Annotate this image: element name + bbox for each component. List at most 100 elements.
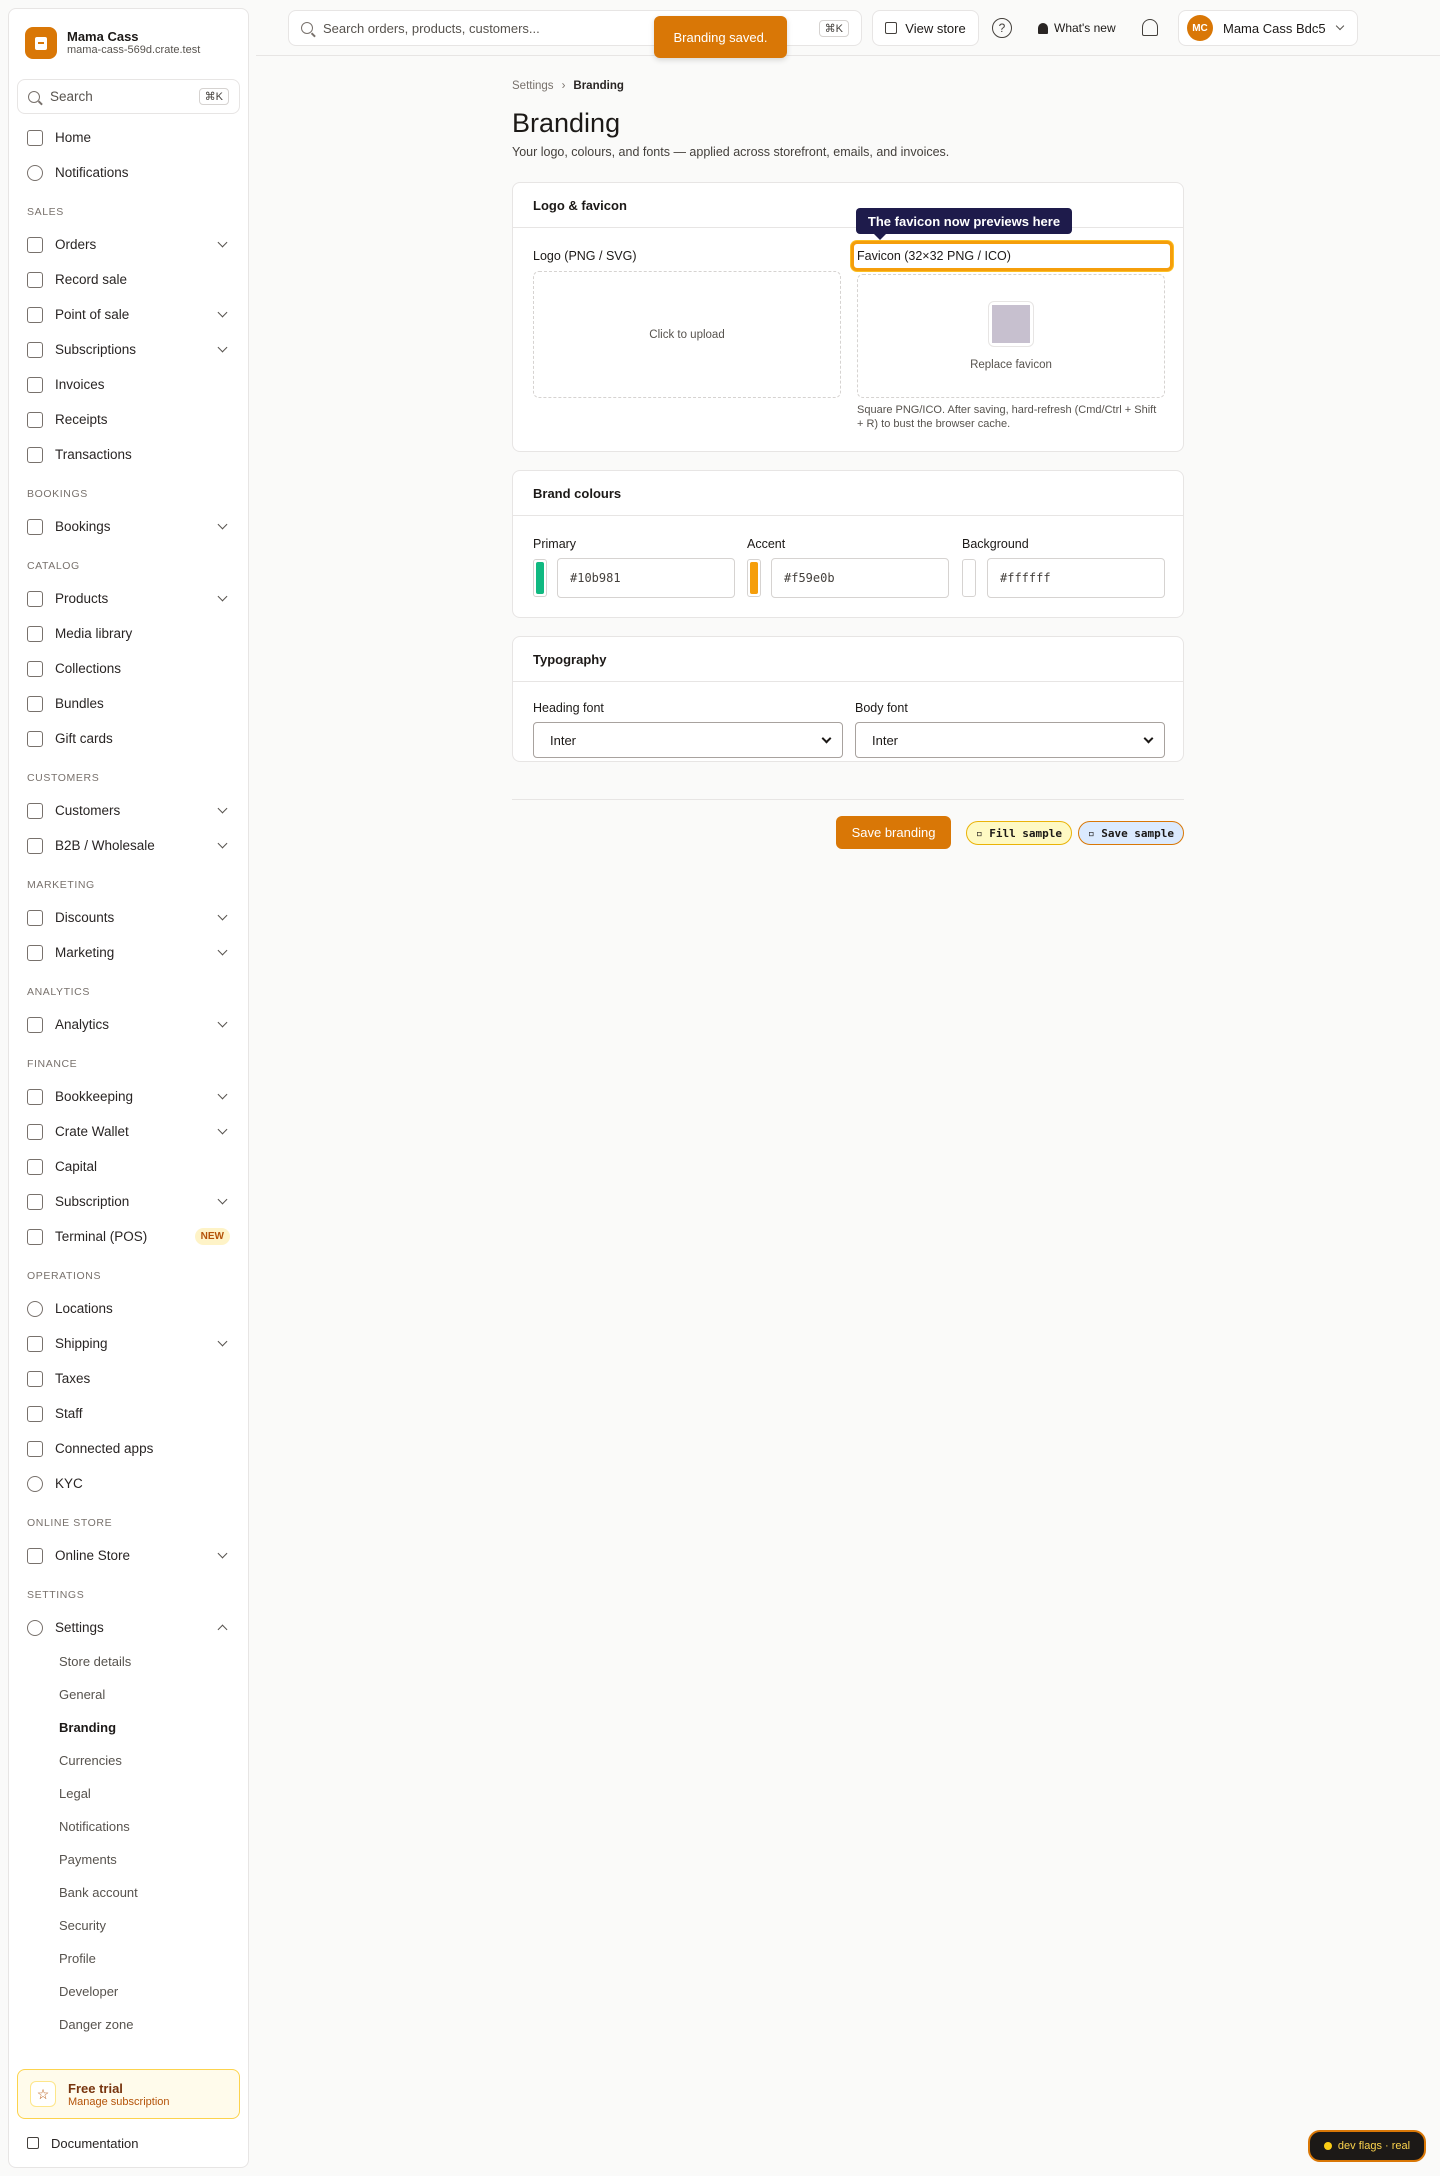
background-colour-swatch[interactable] [962, 559, 976, 597]
sidebar-item-bundles[interactable]: Bundles [17, 686, 240, 721]
chevron-down-icon [217, 342, 228, 353]
sidebar-item-media-library[interactable]: Media library [17, 616, 240, 651]
body-font-value: Inter [872, 732, 899, 748]
sidebar-item-products[interactable]: Products [17, 581, 240, 616]
settings-subitem-currencies[interactable]: Currencies [17, 1744, 240, 1777]
sidebar-item-orders[interactable]: Orders [17, 227, 240, 262]
sidebar-item-marketing[interactable]: Marketing [17, 935, 240, 970]
sidebar-item-b2b-wholesale[interactable]: B2B / Wholesale [17, 828, 240, 863]
sidebar-item-label: Products [55, 591, 109, 606]
settings-subitem-store-details[interactable]: Store details [17, 1645, 240, 1678]
whats-new-button[interactable]: What's new [1038, 10, 1116, 46]
user-menu[interactable]: MC Mama Cass Bdc5 [1178, 10, 1358, 46]
sidebar-item-subscriptions[interactable]: Subscriptions [17, 332, 240, 367]
view-store-button[interactable]: View store [872, 10, 979, 46]
sidebar-item-subscription[interactable]: Subscription [17, 1184, 240, 1219]
cube-icon [27, 590, 43, 607]
sidebar-item-staff[interactable]: Staff [17, 1396, 240, 1431]
grid-icon [27, 660, 43, 677]
settings-subitem-general[interactable]: General [17, 1678, 240, 1711]
sidebar-item-connected-apps[interactable]: Connected apps [17, 1431, 240, 1466]
free-trial-card[interactable]: ☆ Free trial Manage subscription [17, 2069, 240, 2119]
sidebar-item-gift-cards[interactable]: Gift cards [17, 721, 240, 756]
grid-icon [27, 306, 43, 323]
sidebar-item-record-sale[interactable]: Record sale [17, 262, 240, 297]
sidebar-item-label: Receipts [55, 412, 108, 427]
sidebar-item-collections[interactable]: Collections [17, 651, 240, 686]
breadcrumb-settings-link[interactable]: Settings [512, 80, 554, 92]
receipt-icon [27, 1370, 43, 1387]
logo-upload-dropzone[interactable]: Click to upload [533, 271, 841, 398]
sidebar-item-terminal-pos[interactable]: Terminal (POS) NEW [17, 1219, 240, 1254]
chevron-down-icon [1335, 21, 1345, 31]
sidebar-section-online-store: ONLINE STORE [27, 1517, 113, 1529]
receipt-icon [27, 271, 43, 288]
users-icon [27, 802, 43, 819]
sidebar-item-receipts[interactable]: Receipts [17, 402, 240, 437]
page-title: Branding [512, 108, 621, 138]
favicon-upload-dropzone[interactable]: Replace favicon [857, 274, 1165, 398]
primary-colour-input[interactable]: #10b981 [557, 558, 735, 598]
body-font-select[interactable]: Inter [855, 722, 1165, 758]
sidebar-item-locations[interactable]: Locations [17, 1291, 240, 1326]
heading-font-select[interactable]: Inter [533, 722, 843, 758]
sidebar-item-settings[interactable]: Settings [17, 1610, 240, 1645]
chevron-down-icon [217, 1336, 228, 1347]
sidebar-item-shipping[interactable]: Shipping [17, 1326, 240, 1361]
sidebar-item-notifications[interactable]: Notifications [17, 155, 240, 190]
settings-subitem-profile[interactable]: Profile [17, 1942, 240, 1975]
sidebar-search[interactable]: Search ⌘K [17, 79, 240, 114]
settings-subitem-payments[interactable]: Payments [17, 1843, 240, 1876]
sidebar-item-bookings[interactable]: Bookings [17, 509, 240, 544]
sidebar-item-crate-wallet[interactable]: Crate Wallet [17, 1114, 240, 1149]
settings-subitem-security[interactable]: Security [17, 1909, 240, 1942]
sidebar-item-bookkeeping[interactable]: Bookkeeping [17, 1079, 240, 1114]
sidebar-item-online-store[interactable]: Online Store [17, 1538, 240, 1573]
sidebar-nav: Home Notifications SALES Orders Record sale P… [9, 114, 248, 2041]
sidebar-item-transactions[interactable]: Transactions [17, 437, 240, 472]
sidebar-item-label: Point of sale [55, 307, 130, 322]
accent-colour-input[interactable]: #f59e0b [771, 558, 949, 598]
sidebar-item-kyc[interactable]: KYC [17, 1466, 240, 1501]
primary-colour-swatch[interactable] [533, 559, 547, 597]
store-switcher[interactable]: Mama Cass mama-cass-569d.crate.test [9, 9, 248, 61]
sidebar-item-label: Crate Wallet [55, 1124, 129, 1139]
background-colour-input[interactable]: #ffffff [987, 558, 1165, 598]
chevron-down-icon [217, 307, 228, 318]
sidebar-item-label: Staff [55, 1406, 83, 1421]
manage-subscription-link[interactable]: Manage subscription [68, 2096, 170, 2108]
help-icon[interactable]: ? [992, 18, 1012, 38]
sidebar-item-label: Shipping [55, 1336, 108, 1351]
sidebar-item-invoices[interactable]: Invoices [17, 367, 240, 402]
sidebar-item-label: Connected apps [55, 1441, 154, 1456]
avatar: MC [1187, 15, 1213, 41]
trial-title: Free trial [68, 2080, 123, 2096]
sidebar-item-capital[interactable]: Capital [17, 1149, 240, 1184]
sidebar-item-label: Bundles [55, 696, 104, 711]
chevron-down-icon [217, 591, 228, 602]
repeat-icon [27, 341, 43, 358]
sidebar-item-analytics[interactable]: Analytics [17, 1007, 240, 1042]
fill-sample-button[interactable]: ▫ Fill sample [966, 821, 1072, 845]
settings-subitem-branding[interactable]: Branding [17, 1711, 240, 1744]
accent-colour-swatch[interactable] [747, 559, 761, 597]
settings-subitem-notifications[interactable]: Notifications [17, 1810, 240, 1843]
save-branding-button[interactable]: Save branding [836, 816, 951, 849]
notifications-bell-icon[interactable] [1142, 19, 1158, 36]
settings-subitem-legal[interactable]: Legal [17, 1777, 240, 1810]
users-icon [27, 837, 43, 854]
sidebar-item-label: Media library [55, 626, 133, 641]
sidebar-item-taxes[interactable]: Taxes [17, 1361, 240, 1396]
settings-subitem-danger-zone[interactable]: Danger zone [17, 2008, 240, 2041]
sidebar-item-discounts[interactable]: Discounts [17, 900, 240, 935]
settings-subitem-developer[interactable]: Developer [17, 1975, 240, 2008]
sidebar-item-customers[interactable]: Customers [17, 793, 240, 828]
actions-divider [512, 799, 1184, 800]
settings-subitem-bank-account[interactable]: Bank account [17, 1876, 240, 1909]
chevron-right-icon: › [561, 80, 566, 92]
sidebar-item-point-of-sale[interactable]: Point of sale [17, 297, 240, 332]
save-sample-button[interactable]: ▫ Save sample [1078, 821, 1184, 845]
dev-flags-badge[interactable]: dev flags · real [1308, 2130, 1426, 2162]
documentation-link[interactable]: Documentation [17, 2131, 148, 2155]
sidebar-item-home[interactable]: Home [17, 120, 240, 155]
